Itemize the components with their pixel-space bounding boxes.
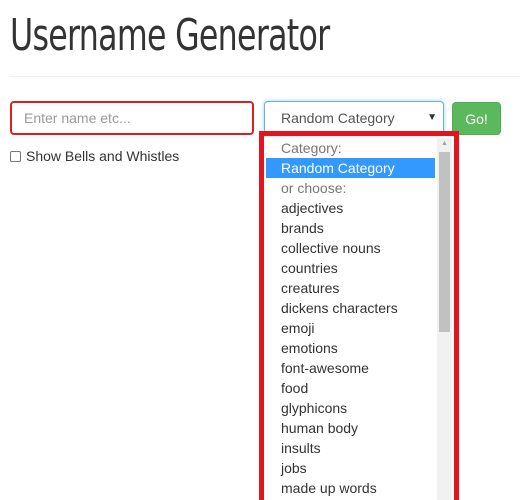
page: Username Generator Random Category ▼ Go!… [0, 0, 520, 500]
show-bells-label: Show Bells and Whistles [26, 148, 180, 164]
go-button[interactable]: Go! [452, 102, 501, 135]
chevron-down-icon: ▼ [427, 112, 437, 123]
highlight-outline [259, 131, 459, 500]
show-bells-checkbox[interactable] [10, 150, 21, 162]
category-select[interactable]: Random Category ▼ [264, 101, 444, 135]
show-bells-option[interactable]: Show Bells and Whistles [10, 148, 179, 164]
name-input[interactable] [10, 101, 254, 135]
category-select-value: Random Category [281, 110, 395, 126]
page-title: Username Generator [10, 10, 330, 61]
divider [10, 76, 520, 77]
